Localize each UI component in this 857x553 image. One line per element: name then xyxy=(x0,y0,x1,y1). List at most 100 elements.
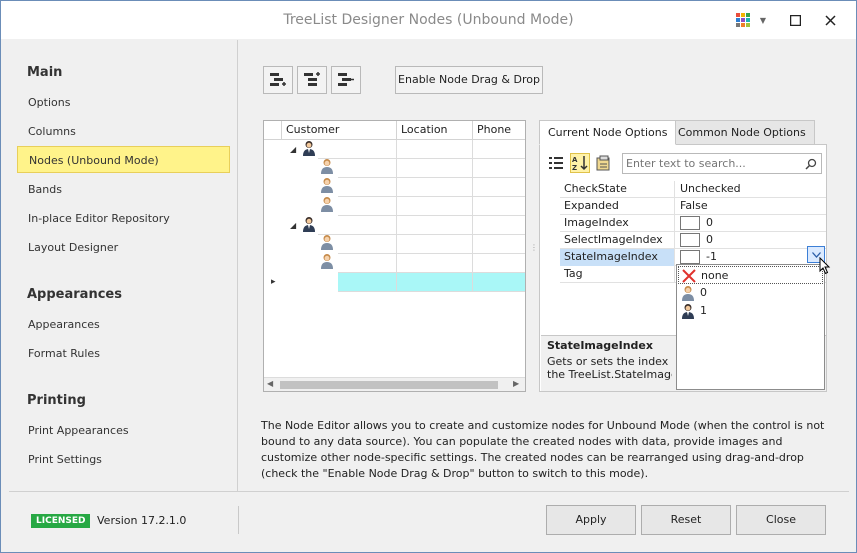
nav-heading-main: Main xyxy=(27,65,63,80)
tree-list[interactable]: Customer Location Phone ◢ ◢ ▸ ◀ ▶ xyxy=(263,120,526,392)
maximize-icon[interactable] xyxy=(781,7,809,33)
nav-item-print-settings[interactable]: Print Settings xyxy=(17,446,230,473)
new-row-cell[interactable] xyxy=(473,273,525,292)
horizontal-scrollbar[interactable]: ◀ ▶ xyxy=(264,377,525,391)
tree-cell[interactable] xyxy=(318,216,397,235)
tree-cell[interactable] xyxy=(318,140,397,159)
tree-cell[interactable] xyxy=(338,178,397,197)
collapse-node-icon[interactable]: ◢ xyxy=(290,145,296,154)
property-row-expanded[interactable]: Expanded False xyxy=(560,198,826,215)
tree-cell[interactable] xyxy=(397,140,473,159)
tree-cell[interactable] xyxy=(473,140,525,159)
nav-heading-appearances: Appearances xyxy=(27,287,122,302)
delete-node-icon xyxy=(338,73,354,86)
column-header-location[interactable]: Location xyxy=(397,121,473,140)
column-header-customer[interactable]: Customer xyxy=(282,121,397,140)
nav-item-columns[interactable]: Columns xyxy=(17,118,230,145)
person-node-icon xyxy=(321,197,333,212)
person-node-icon xyxy=(321,159,333,174)
nav-item-inplace-editor-repository[interactable]: In-place Editor Repository xyxy=(17,205,230,232)
tree-cell[interactable] xyxy=(473,178,525,197)
tree-cell[interactable] xyxy=(473,235,525,254)
tree-cell[interactable] xyxy=(338,254,397,273)
footer-divider xyxy=(238,506,239,534)
search-icon xyxy=(805,158,817,170)
nav-item-options[interactable]: Options xyxy=(17,89,230,116)
close-window-icon[interactable] xyxy=(816,7,844,33)
nav-item-bands[interactable]: Bands xyxy=(17,176,230,203)
apply-button[interactable]: Apply xyxy=(546,505,636,535)
person-option-icon xyxy=(682,304,694,319)
new-row-cell[interactable] xyxy=(338,273,397,292)
collapse-node-icon[interactable]: ◢ xyxy=(290,221,296,230)
navigation-panel: Main Options Columns Nodes (Unbound Mode… xyxy=(9,40,238,491)
splitter-grip-icon[interactable]: ⋮ xyxy=(530,244,538,260)
property-value-editor[interactable]: 0 xyxy=(676,232,824,249)
person-node-icon xyxy=(303,141,315,156)
column-header-phone[interactable]: Phone xyxy=(473,121,525,140)
tree-cell[interactable] xyxy=(338,235,397,254)
tab-common-node-options[interactable]: Common Node Options xyxy=(669,120,815,145)
property-name: Tag xyxy=(560,266,675,283)
none-cross-icon xyxy=(682,269,696,283)
reset-button[interactable]: Reset xyxy=(641,505,731,535)
dropdown-option-label: 1 xyxy=(700,304,707,317)
tree-cell[interactable] xyxy=(397,235,473,254)
tree-cell[interactable] xyxy=(397,197,473,216)
tree-cell[interactable] xyxy=(397,254,473,273)
tree-cell[interactable] xyxy=(397,159,473,178)
delete-node-button[interactable] xyxy=(331,66,361,94)
property-value: -1 xyxy=(706,250,717,263)
image-index-dropdown[interactable]: none 0 1 xyxy=(676,264,825,390)
property-search-input[interactable] xyxy=(623,154,801,173)
description-text: Gets or sets the index of th the TreeLis… xyxy=(547,355,672,381)
image-preview-swatch xyxy=(680,233,700,247)
person-node-icon xyxy=(303,217,315,232)
tree-cell[interactable] xyxy=(473,216,525,235)
tree-cell[interactable] xyxy=(397,216,473,235)
tree-cell[interactable] xyxy=(397,178,473,197)
property-value-editor[interactable]: 0 xyxy=(676,215,824,232)
new-row-cell[interactable] xyxy=(397,273,473,292)
property-name: Expanded xyxy=(560,198,675,215)
enable-node-drag-drop-button[interactable]: Enable Node Drag & Drop xyxy=(395,66,543,94)
nav-item-nodes-unbound-mode[interactable]: Nodes (Unbound Mode) xyxy=(17,146,230,173)
property-row-selectimageindex[interactable]: SelectImageIndex 0 xyxy=(560,232,826,249)
tree-cell[interactable] xyxy=(473,159,525,178)
close-button[interactable]: Close xyxy=(736,505,826,535)
scroll-thumb[interactable] xyxy=(280,381,498,389)
version-label: Version 17.2.1.0 xyxy=(97,514,187,527)
tree-cell[interactable] xyxy=(473,197,525,216)
alphabetical-sort-icon[interactable]: AZ xyxy=(570,153,590,173)
nav-item-format-rules[interactable]: Format Rules xyxy=(17,340,230,367)
description-line: Gets or sets the index of th xyxy=(547,355,672,368)
nav-item-layout-designer[interactable]: Layout Designer xyxy=(17,234,230,261)
svg-text:Z: Z xyxy=(572,164,577,171)
property-value[interactable]: Unchecked xyxy=(676,181,824,198)
dropdown-option-none[interactable]: none xyxy=(678,266,823,284)
add-child-node-icon xyxy=(304,72,320,86)
property-row-imageindex[interactable]: ImageIndex 0 xyxy=(560,215,826,232)
dropdown-option-label: none xyxy=(701,269,729,282)
dropdown-option-0[interactable]: 0 xyxy=(678,284,823,302)
add-child-node-button[interactable] xyxy=(297,66,327,94)
dropdown-option-1[interactable]: 1 xyxy=(678,302,823,320)
nav-item-print-appearances[interactable]: Print Appearances xyxy=(17,417,230,444)
skin-dropdown-chevron-icon[interactable]: ▼ xyxy=(753,7,773,33)
property-value[interactable]: False xyxy=(676,198,824,215)
scroll-left-icon[interactable]: ◀ xyxy=(267,379,273,388)
property-pages-icon[interactable] xyxy=(594,153,614,173)
tree-cell[interactable] xyxy=(338,159,397,178)
nav-item-appearances[interactable]: Appearances xyxy=(17,311,230,338)
add-node-button[interactable] xyxy=(263,66,293,94)
person-node-icon xyxy=(321,254,333,269)
tab-current-node-options[interactable]: Current Node Options xyxy=(539,120,677,145)
tree-cell[interactable] xyxy=(338,197,397,216)
svg-text:A: A xyxy=(572,156,578,164)
categorized-view-icon[interactable] xyxy=(546,153,566,173)
property-row-checkstate[interactable]: CheckState Unchecked xyxy=(560,181,826,198)
tree-cell[interactable] xyxy=(473,254,525,273)
scroll-right-icon[interactable]: ▶ xyxy=(513,379,519,388)
property-value: 0 xyxy=(706,216,713,229)
property-search-box[interactable] xyxy=(622,153,822,174)
